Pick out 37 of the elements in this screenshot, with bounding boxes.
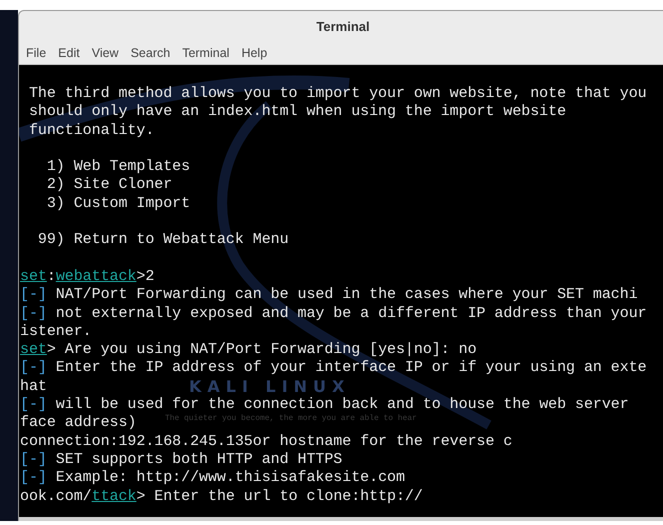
menu-item[interactable]: File [26, 47, 46, 60]
terminal-text: Example: http://www.thisisafakesite.com [54, 469, 405, 486]
terminal-text: 1) Web Templates [46, 158, 190, 176]
terminal-text: The third method allows you to import your own website, note that you [28, 85, 647, 102]
terminal-text: functionality. [28, 122, 154, 139]
wallpaper-tagline: The quieter you become, the more you are able to hear [165, 415, 417, 423]
terminal-text: ook.com/ [20, 488, 92, 505]
terminal-text: : [46, 268, 56, 285]
status-marker: [-] [20, 304, 47, 322]
status-marker: [-] [20, 450, 47, 468]
terminal-text: > Enter the url to clone:http:// [136, 488, 423, 505]
status-marker: [-] [20, 396, 47, 414]
terminal-text: > Are you using NAT/Port Forwarding [yes|no]: no [46, 341, 477, 358]
terminal-text: will be used for the connection back and to house the web server [54, 396, 629, 414]
status-marker: [-] [20, 359, 47, 376]
terminal-text: SET supports both HTTP and HTTPS [54, 450, 342, 468]
terminal-text: >2 [136, 268, 154, 285]
menu-item[interactable]: Edit [58, 47, 80, 60]
menu-item[interactable]: Help [241, 47, 268, 60]
terminal-text: 3) Custom Import [46, 194, 190, 212]
menu-item[interactable]: Search [130, 47, 170, 60]
terminal-text: Enter the IP address of your interface IP or if your using an exte [54, 359, 647, 376]
menu-item[interactable]: Terminal [182, 47, 230, 60]
terminal-text: connection:192.168.245.135or hostname for the reverse c [20, 432, 512, 450]
wallpaper-logo-text: KALI LINUX [189, 379, 350, 395]
status-marker: [-] [20, 469, 47, 486]
status-marker: [-] [20, 286, 47, 304]
terminal-text: NAT/Port Forwarding can be used in the cases where your SET machi [54, 286, 638, 304]
terminal-text: not externally exposed and may be a different IP address than your [54, 304, 647, 322]
terminal-text: should only have an index.html when using the import website [28, 103, 566, 120]
menu-item[interactable]: View [92, 47, 119, 60]
terminal-text: face address) [20, 414, 136, 432]
terminal-text: istener. [20, 322, 92, 340]
window-title: Terminal [315, 18, 371, 36]
terminal-text: hat [20, 378, 47, 395]
terminal-text: 2) Site Cloner [46, 176, 172, 194]
terminal-text: 99) Return to Webattack Menu [36, 231, 289, 248]
